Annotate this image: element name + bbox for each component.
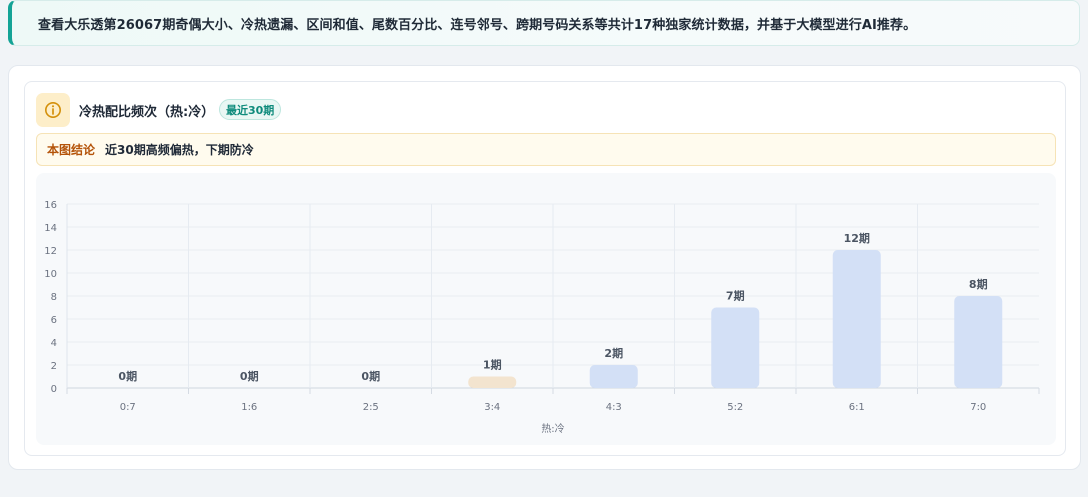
y-tick-label: 6 (51, 315, 57, 326)
info-icon (45, 102, 61, 118)
y-tick-label: 2 (51, 361, 57, 372)
y-tick-label: 16 (44, 200, 57, 211)
bar[interactable] (589, 365, 638, 388)
period-badge: 最近30期 (219, 99, 282, 120)
bar[interactable] (954, 296, 1003, 388)
y-tick-label: 8 (51, 292, 57, 303)
y-tick-label: 12 (44, 246, 57, 257)
x-tick-label: 7:0 (970, 402, 986, 413)
chart-area: 0 2 4 6 8 10 12 14 16 0期 0:7 0期 1:6 0期 2:5 1期 3:4 2期 4:3 7期… (36, 173, 1056, 445)
x-tick-label: 0:7 (120, 402, 136, 413)
x-tick-label: 6:1 (849, 402, 865, 413)
data-label: 7期 (726, 289, 745, 303)
x-axis-title: 热:冷 (541, 422, 564, 435)
x-tick-label: 5:2 (727, 402, 743, 413)
x-tick-label: 3:4 (484, 402, 500, 413)
data-label: 1期 (483, 358, 502, 372)
bar[interactable] (832, 250, 881, 388)
x-tick-label: 2:5 (363, 402, 379, 413)
stats-panel: 冷热配比频次（热:冷） 最近30期 本图结论 近30期高频偏热，下期防冷 0 2 4… (8, 65, 1081, 470)
data-label: 0期 (361, 369, 380, 383)
y-tick-label: 10 (44, 269, 57, 280)
y-tick-label: 14 (44, 223, 57, 234)
card-title: 冷热配比频次（热:冷） (79, 105, 215, 120)
conclusion-text: 近30期高频偏热，下期防冷 (105, 143, 254, 157)
y-tick-label: 4 (51, 338, 57, 349)
info-icon-tile (36, 93, 70, 127)
data-label: 8期 (969, 277, 988, 291)
data-label: 0期 (240, 369, 259, 383)
x-tick-label: 4:3 (606, 402, 622, 413)
data-label: 2期 (604, 346, 623, 360)
info-banner: 查看大乐透第26067期奇偶大小、冷热遗漏、区间和值、尾数百分比、连号邻号、跨期… (8, 0, 1080, 46)
bar-chart: 0 2 4 6 8 10 12 14 16 0期 0:7 0期 1:6 0期 2:5 1期 3:4 2期 4:3 7期… (44, 200, 1040, 435)
y-tick-label: 0 (51, 384, 57, 395)
data-label: 12期 (844, 231, 870, 245)
x-tick-label: 1:6 (241, 402, 257, 413)
bar[interactable] (468, 376, 517, 389)
chart-card: 冷热配比频次（热:冷） 最近30期 本图结论 近30期高频偏热，下期防冷 0 2 4… (24, 81, 1066, 456)
banner-text: 查看大乐透第26067期奇偶大小、冷热遗漏、区间和值、尾数百分比、连号邻号、跨期… (38, 17, 917, 33)
data-label: 0期 (118, 369, 137, 383)
conclusion-tag: 本图结论 (47, 143, 96, 157)
bar[interactable] (711, 307, 760, 389)
conclusion-bar: 本图结论 近30期高频偏热，下期防冷 (36, 133, 1056, 166)
